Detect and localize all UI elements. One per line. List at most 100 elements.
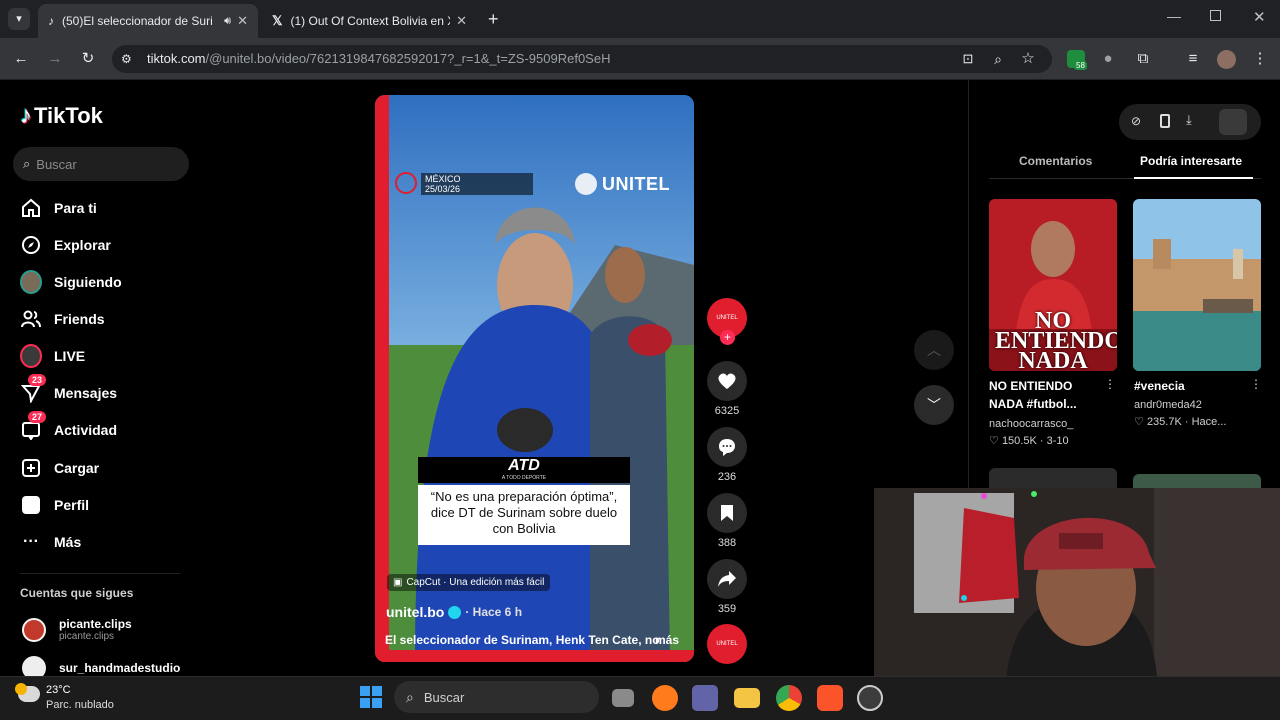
upload-plus-icon [20, 457, 42, 479]
weather-description[interactable]: Parc. nublado [46, 699, 114, 711]
nav-live[interactable]: LIVE [20, 344, 86, 368]
next-video-button[interactable]: ﹀ [914, 385, 954, 425]
share-action[interactable]: 359 [707, 559, 747, 615]
obs-icon[interactable] [857, 685, 883, 711]
follow-plus-icon[interactable]: + [720, 330, 735, 345]
phone-icon[interactable] [1160, 114, 1170, 128]
forward-icon[interactable]: → [46, 50, 64, 68]
extension-icon-2[interactable]: ● [1099, 50, 1117, 68]
video-author[interactable]: unitel.bo · Hace 6 h [386, 604, 522, 620]
nav-cargar[interactable]: Cargar [20, 457, 99, 479]
taskbar-search-input[interactable]: ⌕ Buscar [394, 681, 599, 713]
tiktok-search-input[interactable]: ⌕ Buscar [13, 147, 189, 181]
speaker-icon[interactable]: 🔊︎ [224, 15, 231, 28]
recommendation-title[interactable]: NO ENTIENDO NADA #futbol... [989, 377, 1099, 413]
pip-icon[interactable] [1219, 109, 1247, 135]
account-name: sur_handmadestudio [59, 661, 181, 675]
share-arrow-icon[interactable] [707, 559, 747, 599]
search-icon: ⌕ [406, 688, 414, 705]
teams-icon[interactable] [692, 685, 718, 711]
venice-thumbnail-image [1133, 199, 1261, 371]
account-handle: picante.clips [59, 631, 115, 642]
profile-avatar[interactable] [1217, 50, 1236, 69]
time-ago: · Hace 6 h [465, 605, 523, 619]
recommendation-thumbnail[interactable] [1133, 199, 1261, 371]
nav-siguiendo[interactable]: Siguiendo [20, 270, 122, 294]
tab-list-button[interactable]: ▾ [8, 8, 30, 30]
active-tab-indicator [1134, 177, 1253, 179]
media-control-icon[interactable]: ≡ [1184, 50, 1202, 68]
live-icon [20, 344, 42, 368]
nav-perfil[interactable]: Perfil [20, 494, 89, 516]
extensions-puzzle-icon[interactable]: ⧉ [1134, 50, 1152, 68]
bookmark-star-icon[interactable]: ☆ [1019, 50, 1037, 68]
video-description: El seleccionador de Surinam, Henk Ten Ca… [385, 633, 685, 647]
more-options-icon[interactable]: ⋮ [1250, 377, 1262, 391]
nav-mas[interactable]: ··· Más [20, 531, 81, 553]
tab-comentarios[interactable]: Comentarios [1019, 154, 1092, 168]
tab-title: (1) Out Of Context Bolivia en X [290, 14, 451, 28]
weather-temp[interactable]: 23°C [46, 684, 71, 696]
nav-explorar[interactable]: Explorar [20, 234, 111, 256]
following-account[interactable]: picante.clips picante.clips [22, 617, 132, 642]
video-caption-box: “No es una preparación óptima”, dice DT … [418, 485, 630, 545]
heart-outline-icon: ♡ [1134, 416, 1144, 428]
tab-tiktok[interactable]: ♪ (50)El seleccionador de Suri 🔊︎ ✕ [38, 4, 258, 38]
save-count: 388 [717, 537, 737, 549]
nav-para-ti[interactable]: Para ti [20, 197, 97, 219]
nav-actividad[interactable]: 27 Actividad [20, 411, 117, 441]
compass-small-icon[interactable]: ⊘ [1131, 114, 1141, 128]
video-player[interactable]: MÉXICO 25/03/26 UNITEL ATD A TODO DEPORT… [375, 95, 694, 662]
close-window-button[interactable]: ✕ [1253, 8, 1266, 26]
brave-icon[interactable] [817, 685, 843, 711]
like-count: 6325 [714, 405, 740, 417]
restore-window-button[interactable] [1210, 10, 1221, 21]
recommendation-author[interactable]: andr0meda42 [1134, 397, 1202, 414]
back-icon[interactable]: ← [12, 50, 30, 68]
recommendation-thumbnail[interactable]: NO ENTIENDO NADA [989, 199, 1117, 371]
nav-label: Cargar [54, 460, 100, 476]
nav-mensajes[interactable]: 23 Mensajes [20, 374, 118, 404]
zoom-icon[interactable]: ⌕ [989, 50, 1007, 68]
like-action[interactable]: 6325 [707, 361, 747, 417]
chrome-icon[interactable] [776, 685, 802, 711]
install-app-icon[interactable]: ⊡ [959, 50, 977, 68]
tab-podria-interesarte[interactable]: Podría interesarte [1140, 154, 1242, 168]
minimize-window-button[interactable]: — [1167, 8, 1181, 24]
nav-label: Mensajes [54, 385, 118, 401]
more-link[interactable]: más [655, 633, 679, 647]
location-label: MÉXICO 25/03/26 [421, 173, 533, 195]
site-info-icon[interactable]: ⚙ [121, 52, 132, 66]
recommendation-author[interactable]: nachoocarrasco_ [989, 416, 1073, 433]
new-tab-button[interactable]: + [488, 9, 499, 30]
previous-video-button[interactable]: ︿ [914, 330, 954, 370]
windows-start-icon[interactable] [360, 686, 382, 708]
capcut-label[interactable]: ▣ CapCut · Una edición más fácil [387, 574, 551, 591]
url-text[interactable]: tiktok.com/@unitel.bo/video/762131984768… [147, 51, 610, 66]
close-tab-icon[interactable]: ✕ [237, 13, 248, 29]
download-icon[interactable]: ⤓ [1186, 112, 1192, 128]
nav-label: LIVE [54, 348, 86, 364]
music-disc[interactable]: UNITEL [707, 624, 747, 664]
close-tab-icon[interactable]: ✕ [456, 13, 467, 29]
heart-outline-icon: ♡ [989, 435, 999, 447]
task-view-icon[interactable] [612, 689, 634, 707]
heart-icon[interactable] [707, 361, 747, 401]
firefox-icon[interactable] [652, 685, 678, 711]
browser-menu-icon[interactable]: ⋮ [1251, 50, 1269, 68]
tab-x[interactable]: 𝕏 (1) Out Of Context Bolivia en X ✕ [262, 4, 477, 38]
nav-friends[interactable]: Friends [20, 308, 105, 330]
comment-action[interactable]: 236 [707, 427, 747, 483]
save-action[interactable]: 388 [707, 493, 747, 549]
tiktok-logo[interactable]: ♪ TikTok [20, 102, 103, 130]
recommendation-title[interactable]: #venecia [1134, 377, 1185, 395]
reload-icon[interactable]: ↻ [79, 50, 97, 68]
comment-icon[interactable] [707, 427, 747, 467]
file-explorer-icon[interactable] [734, 688, 760, 708]
extension-badge: 58 [1074, 61, 1087, 70]
unitel-wordmark: UNITEL [602, 173, 670, 194]
more-options-icon[interactable]: ⋮ [1104, 377, 1116, 391]
following-section-title: Cuentas que sigues [20, 586, 134, 600]
friends-icon [20, 308, 42, 330]
bookmark-icon[interactable] [707, 493, 747, 533]
